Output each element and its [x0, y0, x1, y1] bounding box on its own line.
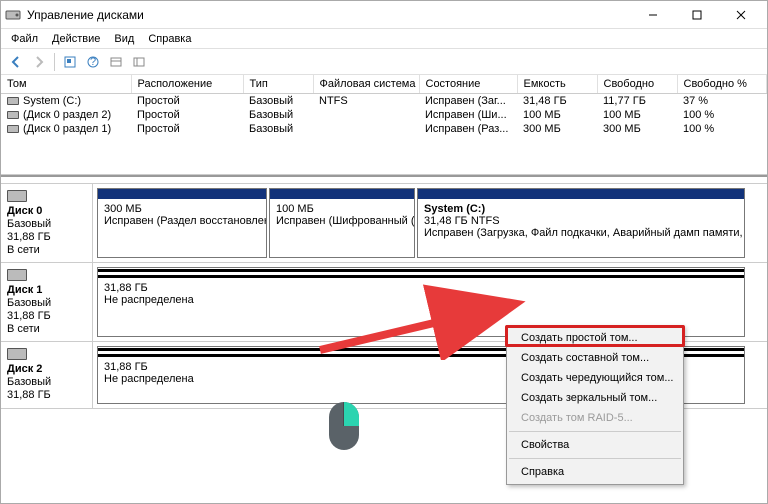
menu-separator — [509, 458, 681, 459]
partition-title: System (C:) — [424, 203, 738, 215]
partition[interactable]: System (C:)31,48 ГБ NTFSИсправен (Загруз… — [417, 188, 745, 258]
menu-help[interactable]: Справка — [142, 31, 197, 47]
disk-info[interactable]: Диск 2Базовый31,88 ГБ — [1, 342, 93, 408]
refresh-button[interactable] — [59, 51, 81, 73]
disk-size: 31,88 ГБ — [7, 389, 86, 401]
disk-status: В сети — [7, 323, 86, 335]
volume-list[interactable]: ТомРасположениеТипФайловая системаСостоя… — [1, 75, 767, 175]
partition-stripe — [418, 189, 744, 199]
volume-icon — [7, 97, 19, 105]
partition[interactable]: 300 МБИсправен (Раздел восстановления — [97, 188, 267, 258]
partition-size: 31,88 ГБ — [104, 282, 738, 294]
disk-name: Диск 1 — [7, 284, 86, 296]
forward-button[interactable] — [28, 51, 50, 73]
partition-status: Исправен (Раздел восстановления — [104, 215, 260, 227]
volume-row[interactable]: System (C:)ПростойБазовыйNTFSИсправен (З… — [1, 94, 767, 109]
context-menu-item[interactable]: Свойства — [507, 435, 683, 455]
column-header[interactable]: Том — [1, 75, 131, 94]
disk-name: Диск 0 — [7, 205, 86, 217]
help-button[interactable]: ? — [82, 51, 104, 73]
disk-type: Базовый — [7, 297, 86, 309]
partition-stripe — [98, 189, 266, 199]
disk-type: Базовый — [7, 376, 86, 388]
context-menu-item: Создать том RAID-5... — [507, 408, 683, 428]
disk-icon — [7, 190, 27, 202]
list-button[interactable] — [128, 51, 150, 73]
titlebar: Управление дисками — [1, 1, 767, 29]
app-icon — [5, 7, 21, 23]
column-header[interactable]: Файловая система — [313, 75, 419, 94]
settings-button[interactable] — [105, 51, 127, 73]
menu-file[interactable]: Файл — [5, 31, 44, 47]
disk-size: 31,88 ГБ — [7, 231, 86, 243]
partition-status: Исправен (Загрузка, Файл подкачки, Авари… — [424, 227, 738, 239]
column-header[interactable]: Тип — [243, 75, 313, 94]
disk-type: Базовый — [7, 218, 86, 230]
volume-row[interactable]: (Диск 0 раздел 1)ПростойБазовыйИсправен … — [1, 122, 767, 136]
close-button[interactable] — [719, 1, 763, 29]
svg-text:?: ? — [90, 56, 96, 68]
partition-size: 300 МБ — [104, 203, 260, 215]
disk-status: В сети — [7, 244, 86, 256]
volume-row[interactable]: (Диск 0 раздел 2)ПростойБазовыйИсправен … — [1, 108, 767, 122]
disk-info[interactable]: Диск 0Базовый31,88 ГБВ сети — [1, 184, 93, 262]
partition-status: Не распределена — [104, 294, 738, 306]
menubar: Файл Действие Вид Справка — [1, 29, 767, 49]
disk-size: 31,88 ГБ — [7, 310, 86, 322]
menu-view[interactable]: Вид — [108, 31, 140, 47]
menu-separator — [509, 431, 681, 432]
column-header[interactable]: Свободно — [597, 75, 677, 94]
disk-name: Диск 2 — [7, 363, 86, 375]
partition[interactable]: 100 МБИсправен (Шифрованный ( — [269, 188, 415, 258]
disk-icon — [7, 269, 27, 281]
disk-row: Диск 0Базовый31,88 ГБВ сети300 МБИсправе… — [1, 183, 767, 263]
partition-stripe — [270, 189, 414, 199]
toolbar: ? — [1, 49, 767, 75]
minimize-button[interactable] — [631, 1, 675, 29]
partition-stripe — [98, 268, 744, 278]
disk-icon — [7, 348, 27, 360]
maximize-button[interactable] — [675, 1, 719, 29]
column-header[interactable]: Расположение — [131, 75, 243, 94]
context-menu-item[interactable]: Справка — [507, 462, 683, 482]
context-menu: Создать простой том...Создать составной … — [506, 325, 684, 485]
disk-info[interactable]: Диск 1Базовый31,88 ГБВ сети — [1, 263, 93, 341]
partition-size: 31,48 ГБ NTFS — [424, 215, 738, 227]
window-title: Управление дисками — [27, 8, 631, 22]
partition-status: Исправен (Шифрованный ( — [276, 215, 408, 227]
partition-size: 100 МБ — [276, 203, 408, 215]
column-header[interactable]: Состояние — [419, 75, 517, 94]
column-header[interactable]: Емкость — [517, 75, 597, 94]
context-menu-item[interactable]: Создать составной том... — [507, 348, 683, 368]
volume-icon — [7, 111, 19, 119]
column-header[interactable]: Свободно % — [677, 75, 767, 94]
back-button[interactable] — [5, 51, 27, 73]
context-menu-item[interactable]: Создать простой том... — [507, 328, 683, 348]
context-menu-item[interactable]: Создать зеркальный том... — [507, 388, 683, 408]
menu-action[interactable]: Действие — [46, 31, 106, 47]
context-menu-item[interactable]: Создать чередующийся том... — [507, 368, 683, 388]
volume-icon — [7, 125, 19, 133]
